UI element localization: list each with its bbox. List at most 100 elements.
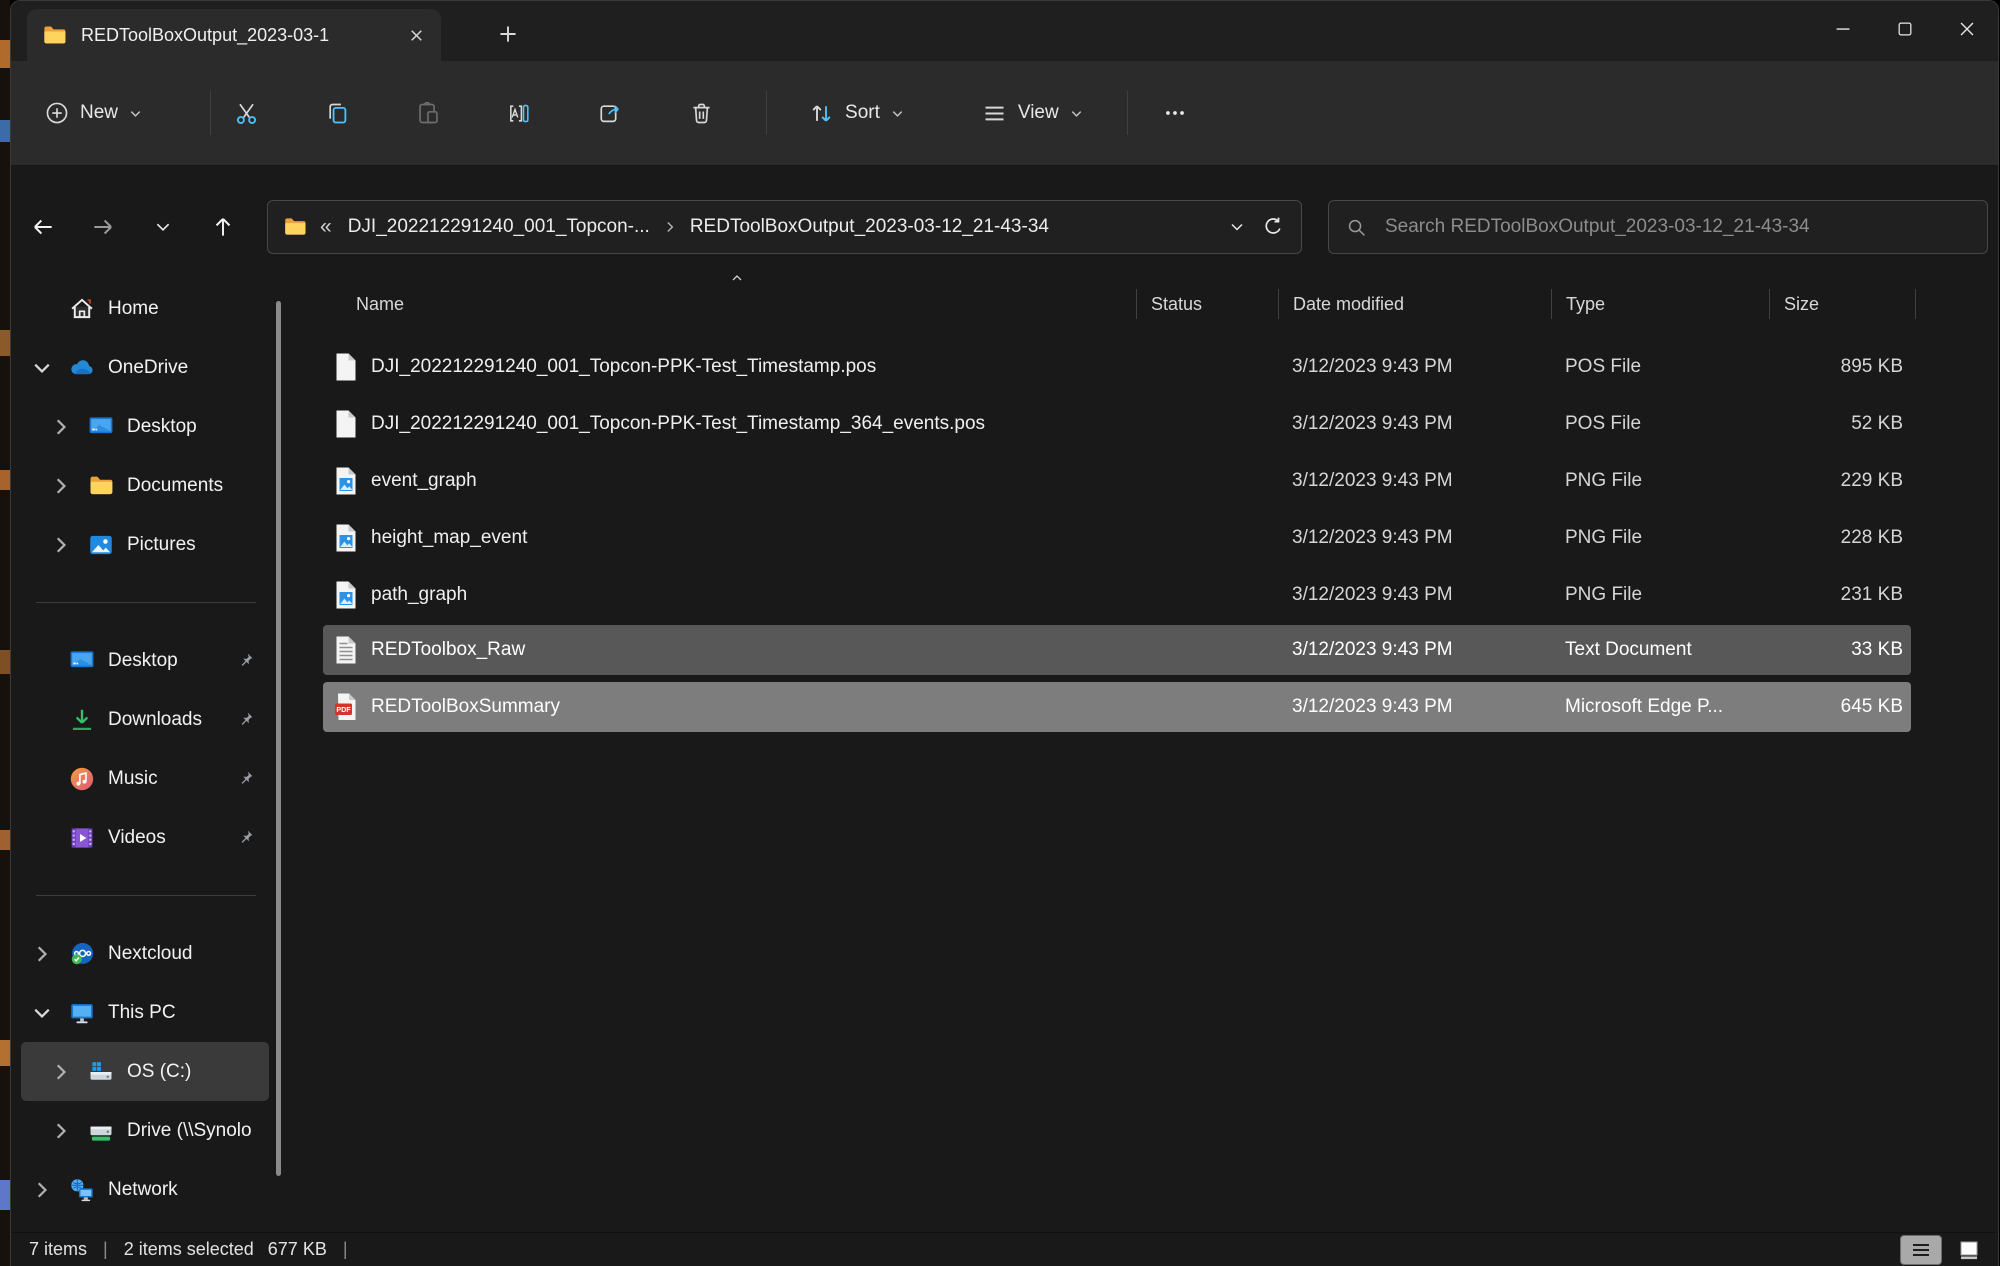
sidebar-item-desktop-onedrive[interactable]: Desktop: [21, 397, 269, 456]
file-name: event_graph: [371, 470, 477, 492]
rename-button[interactable]: [496, 90, 542, 136]
sort-ascending-caret[interactable]: [729, 270, 745, 286]
selection-size: 677 KB: [268, 1239, 327, 1260]
minimize-button[interactable]: [1812, 1, 1874, 57]
sort-button[interactable]: Sort: [795, 90, 918, 136]
forward-button[interactable]: [83, 207, 123, 247]
search-box[interactable]: [1328, 200, 1988, 254]
sidebar-item-label: Downloads: [108, 709, 229, 731]
sidebar-item-nextcloud[interactable]: Nextcloud: [21, 924, 269, 983]
chevron-right-icon[interactable]: [49, 415, 73, 439]
thumbnail-view-button[interactable]: [1948, 1235, 1990, 1265]
chevron-right-icon[interactable]: [49, 1119, 73, 1143]
delete-button[interactable]: [678, 90, 724, 136]
breadcrumb-overflow[interactable]: «: [320, 215, 332, 239]
file-name: DJI_202212291240_001_Topcon-PPK-Test_Tim…: [371, 356, 876, 378]
details-view-button[interactable]: [1900, 1235, 1942, 1265]
back-button[interactable]: [23, 207, 63, 247]
paste-button[interactable]: [405, 90, 451, 136]
file-name-cell: height_map_event: [323, 523, 1136, 553]
file-date: 3/12/2023 9:43 PM: [1278, 696, 1551, 718]
column-header-size[interactable]: Size: [1769, 289, 1916, 319]
sidebar-item-this-pc[interactable]: This PC: [21, 983, 269, 1042]
videos-icon: [68, 824, 96, 852]
sidebar-item-pictures[interactable]: Pictures: [21, 515, 269, 574]
maximize-button[interactable]: [1874, 1, 1936, 57]
file-name: REDToolbox_Raw: [371, 639, 525, 661]
sidebar-item-drive-synology[interactable]: Drive (\\Synolo: [21, 1101, 269, 1160]
chevron-right-icon[interactable]: [30, 942, 54, 966]
file-name: height_map_event: [371, 527, 527, 549]
close-button[interactable]: [1936, 1, 1998, 57]
cut-icon: [233, 100, 260, 127]
sidebar-item-desktop-pinned[interactable]: Desktop: [21, 631, 269, 690]
column-header-type[interactable]: Type: [1551, 289, 1769, 319]
explorer-tab[interactable]: REDToolBoxOutput_2023-03-1: [27, 9, 441, 61]
chevron-right-icon[interactable]: [49, 533, 73, 557]
cut-button[interactable]: [223, 90, 269, 136]
chevron-down-icon: [1229, 219, 1245, 235]
chevron-down-icon[interactable]: [30, 356, 54, 380]
file-name-cell: event_graph: [323, 466, 1136, 496]
chevron-right-icon[interactable]: [30, 1178, 54, 1202]
pin-icon: [235, 828, 255, 848]
column-header-status[interactable]: Status: [1136, 289, 1278, 319]
file-row[interactable]: path_graph3/12/2023 9:43 PMPNG File231 K…: [323, 566, 1911, 623]
search-input[interactable]: [1383, 215, 1971, 239]
toolbar-divider: [210, 91, 211, 135]
sidebar-item-downloads[interactable]: Downloads: [21, 690, 269, 749]
sidebar-item-documents[interactable]: Documents: [21, 456, 269, 515]
column-header-date[interactable]: Date modified: [1278, 289, 1551, 319]
address-bar[interactable]: « DJI_202212291240_001_Topcon-... REDTool…: [267, 200, 1302, 254]
sidebar-item-onedrive[interactable]: OneDrive: [21, 338, 269, 397]
file-type: PNG File: [1551, 470, 1769, 492]
view-button[interactable]: View: [968, 90, 1097, 136]
sidebar-item-home[interactable]: Home: [21, 279, 269, 338]
breadcrumb-item[interactable]: DJI_202212291240_001_Topcon-...: [342, 212, 656, 242]
file-row[interactable]: height_map_event3/12/2023 9:43 PMPNG Fil…: [323, 509, 1911, 566]
sidebar-item-os-c[interactable]: OS (C:): [21, 1042, 269, 1101]
recent-locations-button[interactable]: [143, 207, 183, 247]
chevron-down-icon[interactable]: [30, 1001, 54, 1025]
column-header-name[interactable]: Name: [323, 289, 1136, 319]
network-drive-icon: [87, 1117, 115, 1145]
file-row[interactable]: DJI_202212291240_001_Topcon-PPK-Test_Tim…: [323, 395, 1911, 452]
file-size: 231 KB: [1769, 584, 1911, 606]
file-row[interactable]: REDToolbox_Raw3/12/2023 9:43 PMText Docu…: [323, 625, 1911, 675]
file-size: 645 KB: [1769, 696, 1911, 718]
tab-close-button[interactable]: [401, 20, 431, 50]
sidebar-item-network[interactable]: Network: [21, 1160, 269, 1219]
chevron-right-icon[interactable]: [49, 1060, 73, 1084]
sidebar-item-label: Desktop: [108, 650, 229, 672]
sidebar-item-videos[interactable]: Videos: [21, 808, 269, 867]
breadcrumb-item[interactable]: REDToolBoxOutput_2023-03-12_21-43-34: [684, 212, 1055, 242]
status-bar: 7 items | 2 items selected 677 KB |: [11, 1232, 1998, 1266]
sidebar-item-music[interactable]: Music: [21, 749, 269, 808]
png-file-icon: [333, 466, 359, 496]
refresh-button[interactable]: [1255, 209, 1291, 245]
address-dropdown-button[interactable]: [1219, 209, 1255, 245]
file-row[interactable]: DJI_202212291240_001_Topcon-PPK-Test_Tim…: [323, 338, 1911, 395]
copy-icon: [324, 100, 351, 127]
sidebar-item-label: Pictures: [127, 534, 269, 556]
sidebar-item-label: Home: [108, 298, 269, 320]
pin-icon: [235, 710, 255, 730]
chevron-down-icon: [128, 106, 143, 121]
file-row[interactable]: PDFREDToolBoxSummary3/12/2023 9:43 PMMic…: [323, 682, 1911, 732]
documents-icon: [87, 472, 115, 500]
up-button[interactable]: [203, 207, 243, 247]
file-size: 52 KB: [1769, 413, 1911, 435]
share-icon: [597, 100, 624, 127]
copy-button[interactable]: [314, 90, 360, 136]
sidebar-item-label: OneDrive: [108, 357, 269, 379]
chevron-placeholder: [30, 708, 54, 732]
chevron-right-icon[interactable]: [49, 474, 73, 498]
items-count: 7 items: [29, 1239, 87, 1260]
see-more-button[interactable]: [1152, 90, 1198, 136]
share-button[interactable]: [587, 90, 633, 136]
new-button[interactable]: New: [31, 90, 156, 136]
file-date: 3/12/2023 9:43 PM: [1278, 356, 1551, 378]
pdf-file-icon: PDF: [333, 692, 359, 722]
new-tab-button[interactable]: [489, 15, 527, 53]
file-row[interactable]: event_graph3/12/2023 9:43 PMPNG File229 …: [323, 452, 1911, 509]
